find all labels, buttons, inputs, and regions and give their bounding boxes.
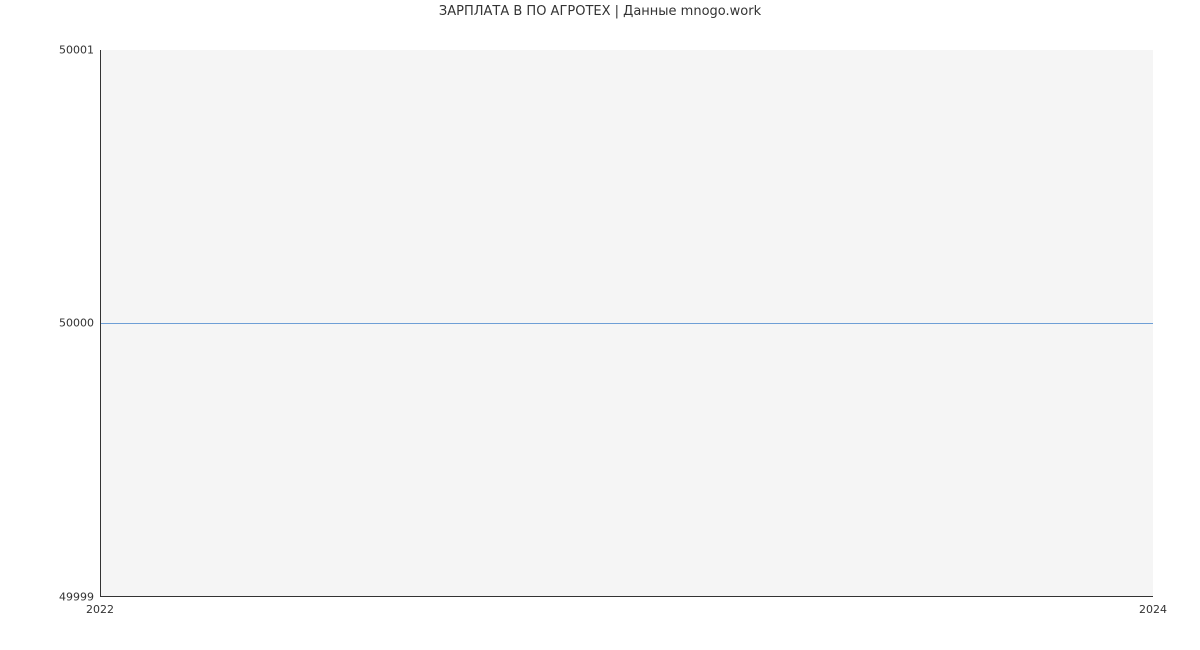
chart-container: ЗАРПЛАТА В ПО АГРОТЕХ | Данные mnogo.wor… (0, 0, 1200, 650)
chart-title: ЗАРПЛАТА В ПО АГРОТЕХ | Данные mnogo.wor… (0, 4, 1200, 19)
xtick-2024: 2024 (1139, 603, 1167, 616)
ytick-50001: 50001 (59, 44, 94, 57)
plot-area (100, 50, 1153, 597)
series-line (101, 323, 1153, 324)
ytick-49999: 49999 (59, 591, 94, 604)
ytick-50000: 50000 (59, 317, 94, 330)
xtick-2022: 2022 (86, 603, 114, 616)
